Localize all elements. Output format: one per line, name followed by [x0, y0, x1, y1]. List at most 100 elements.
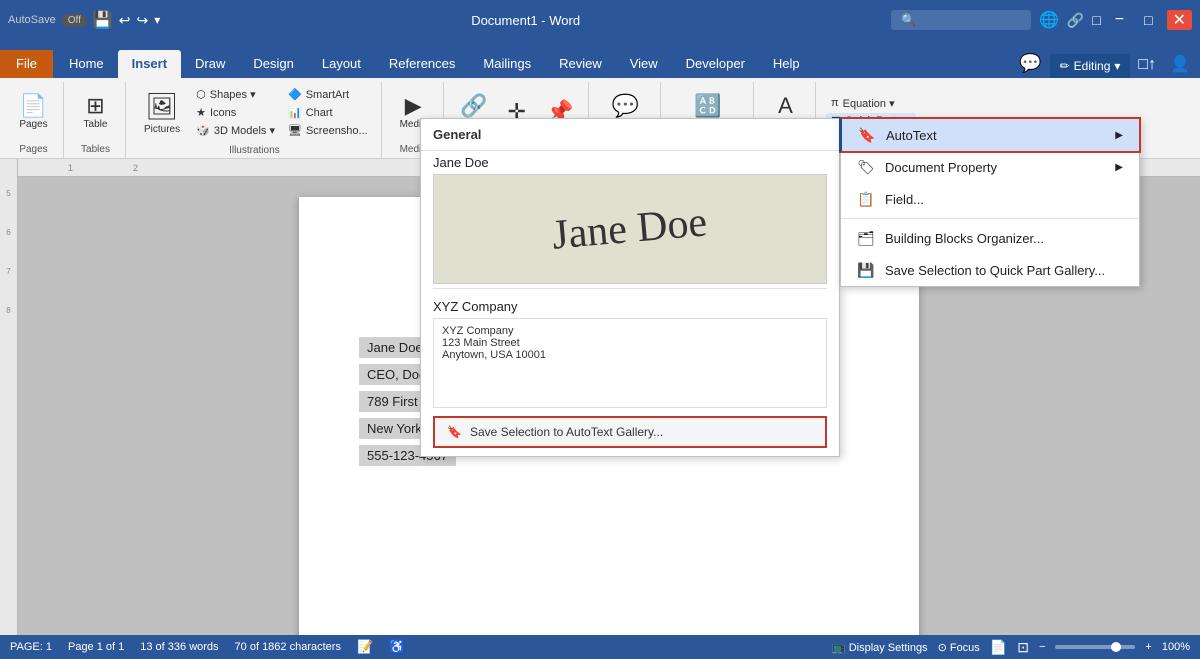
share-icon[interactable]: 🔗	[1067, 12, 1084, 29]
screenshot-button[interactable]: 🖥 Screensho...	[283, 122, 373, 139]
tab-view[interactable]: View	[616, 50, 672, 78]
text-icon: A	[778, 95, 793, 117]
vertical-ruler: 5678	[0, 159, 18, 635]
address-line-1: XYZ Company	[442, 325, 818, 337]
editing-label: Editing	[1074, 59, 1111, 73]
title-bar-right: 🔍 🌐 🔗 □ − □ ✕	[891, 10, 1192, 30]
word-count[interactable]: 13 of 336 words	[140, 641, 218, 653]
page-info[interactable]: Page 1 of 1	[68, 641, 124, 653]
word-count-text: 13 of 336 words	[140, 641, 218, 653]
menu-divider	[841, 218, 1139, 219]
tab-file[interactable]: File	[0, 50, 53, 78]
3dmodels-icon: 🎲	[196, 124, 210, 137]
pictures-label: Pictures	[144, 124, 180, 135]
display-settings-icon: 📺	[832, 642, 846, 654]
ribbon-group-tables: ⊞ Table Tables	[66, 82, 126, 158]
icons-button[interactable]: ★ Icons	[191, 104, 280, 121]
accessibility-icon[interactable]: ♿	[389, 639, 405, 655]
ribbon-right-actions: 💬 ✏ Editing ▾ □↑ 👤	[1013, 49, 1200, 78]
zoom-slider[interactable]	[1055, 645, 1135, 649]
menu-item-field[interactable]: 📋 Field...	[841, 183, 1139, 215]
tab-design[interactable]: Design	[239, 50, 307, 78]
focus-button[interactable]: ⊙ Focus	[938, 641, 980, 654]
title-text: Document1 - Word	[471, 13, 580, 28]
tab-help[interactable]: Help	[759, 50, 814, 78]
editing-button[interactable]: ✏ Editing ▾	[1050, 54, 1131, 78]
equation-button[interactable]: π Equation ▾	[826, 95, 916, 112]
view-icons2[interactable]: ⊡	[1017, 639, 1029, 656]
tables-items: ⊞ Table	[76, 82, 116, 142]
zoom-out-icon[interactable]: −	[1039, 641, 1045, 653]
chart-button[interactable]: 📊 Chart	[283, 104, 373, 121]
tab-layout[interactable]: Layout	[308, 50, 375, 78]
comment-icon: 💬	[612, 95, 639, 117]
ribbon-display-icon[interactable]: □↑	[1132, 52, 1162, 78]
zoom-level[interactable]: 100%	[1162, 641, 1190, 653]
smartart-button[interactable]: 🔷 SmartArt	[283, 86, 373, 103]
present-icon[interactable]: □	[1092, 12, 1100, 28]
field-icon: 📋	[857, 190, 875, 208]
text-predict-icon[interactable]: 📝	[357, 639, 373, 655]
save-icon[interactable]: 💾	[93, 10, 113, 30]
screenshot-icon: 🖥	[288, 124, 302, 137]
title-bar-left: AutoSave Off 💾 ↩ ↪ ▾	[8, 10, 160, 30]
document-property-arrow-icon: ▶	[1115, 162, 1123, 173]
tab-developer[interactable]: Developer	[672, 50, 759, 78]
autotext-menu-icon: 🔖	[858, 126, 876, 144]
menu-item-building-blocks[interactable]: 🗂 Building Blocks Organizer...	[841, 222, 1139, 254]
gallery-header: General	[421, 119, 839, 151]
pages-icon: 📄	[20, 95, 47, 117]
header-icon: 🔠	[694, 95, 721, 117]
table-icon: ⊞	[86, 95, 104, 117]
shapes-label: Shapes ▾	[210, 88, 256, 101]
user-icon[interactable]: 👤	[1164, 50, 1196, 78]
menu-item-document-property[interactable]: 🏷 Document Property ▶	[841, 151, 1139, 183]
shapes-button[interactable]: ⬡ Shapes ▾	[191, 86, 280, 103]
smartart-icon: 🔷	[288, 88, 302, 101]
autotext-gallery-panel: General Jane Doe Jane Doe XYZ Company XY…	[420, 118, 840, 457]
globe-icon[interactable]: 🌐	[1039, 10, 1059, 30]
char-count[interactable]: 70 of 1862 characters	[235, 641, 341, 653]
zoom-thumb	[1111, 642, 1121, 652]
app-title: Document1 - Word	[160, 13, 891, 28]
tab-review[interactable]: Review	[545, 50, 616, 78]
gallery-signature: Jane Doe	[433, 174, 827, 284]
minimize-btn[interactable]: −	[1109, 11, 1130, 29]
pictures-icon: 🖼	[146, 91, 179, 122]
tab-draw[interactable]: Draw	[181, 50, 239, 78]
display-settings-text: Display Settings	[849, 642, 928, 654]
table-button[interactable]: ⊞ Table	[76, 92, 116, 133]
address-line-3: Anytown, USA 10001	[442, 349, 818, 361]
signature-image: Jane Doe	[551, 198, 710, 259]
view-icons[interactable]: 📄	[990, 639, 1007, 656]
3dmodels-button[interactable]: 🎲 3D Models ▾	[191, 122, 280, 139]
tables-group-label: Tables	[81, 142, 110, 158]
document-property-label: Document Property	[885, 160, 997, 175]
zoom-in-icon[interactable]: +	[1145, 641, 1151, 653]
autotext-arrow-icon: ▶	[1115, 130, 1123, 141]
tab-home[interactable]: Home	[55, 50, 118, 78]
comments-icon[interactable]: 💬	[1013, 49, 1047, 78]
redo-icon[interactable]: ↪	[137, 12, 149, 29]
save-autotext-button[interactable]: 🔖 Save Selection to AutoText Gallery...	[433, 416, 827, 448]
pictures-button[interactable]: 🖼 Pictures	[136, 87, 188, 139]
maximize-btn[interactable]: □	[1138, 12, 1158, 28]
pages-button[interactable]: 📄 Pages	[14, 92, 54, 133]
tab-mailings[interactable]: Mailings	[469, 50, 545, 78]
3dmodels-label: 3D Models ▾	[214, 124, 275, 137]
save-quick-part-label: Save Selection to Quick Part Gallery...	[885, 263, 1105, 278]
display-settings[interactable]: 📺 Display Settings	[832, 641, 928, 654]
equation-label: Equation ▾	[843, 97, 895, 110]
menu-item-save-quick-part[interactable]: 💾 Save Selection to Quick Part Gallery..…	[841, 254, 1139, 286]
search-icon: 🔍	[901, 13, 916, 27]
tab-references[interactable]: References	[375, 50, 469, 78]
search-bar[interactable]: 🔍	[891, 10, 1031, 30]
autosave-toggle[interactable]: Off	[62, 14, 87, 27]
undo-icon[interactable]: ↩	[119, 12, 131, 29]
illustrations-col2: 🔷 SmartArt 📊 Chart 🖥 Screensho...	[283, 86, 373, 139]
tab-insert[interactable]: Insert	[118, 50, 181, 78]
autosave-state: Off	[68, 15, 81, 26]
screenshot-label: Screensho...	[306, 125, 368, 137]
menu-item-autotext[interactable]: 🔖 AutoText ▶	[839, 117, 1141, 153]
close-btn[interactable]: ✕	[1167, 10, 1192, 30]
